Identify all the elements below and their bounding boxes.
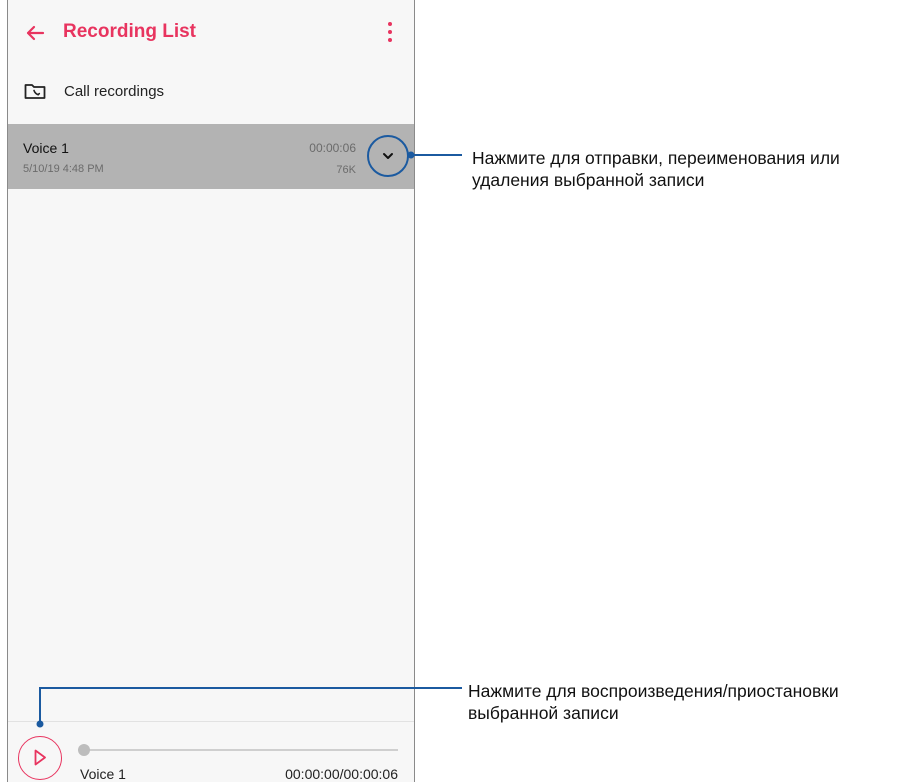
callout-expand-line2: удаления выбранной записи [472, 170, 705, 190]
call-recordings-label: Call recordings [64, 83, 165, 100]
play-button[interactable] [18, 736, 62, 780]
callout-expand: Нажмите для отправки, переименования или… [472, 147, 840, 191]
phone-screen: Recording List Call recordings Voice 1 5… [7, 0, 415, 782]
progress-thumb[interactable] [78, 744, 90, 756]
recording-date: 5/10/19 4:48 PM [23, 163, 104, 175]
callout-play-line1: Нажмите для воспроизведения/приостановки [468, 681, 839, 701]
call-recordings-folder[interactable]: Call recordings [8, 74, 414, 110]
player-bar: Voice 1 00:00:00/00:00:06 [8, 721, 414, 782]
callout-play: Нажмите для воспроизведения/приостановки… [468, 680, 839, 724]
progress-track[interactable] [84, 749, 398, 751]
play-icon [34, 749, 46, 766]
recording-name: Voice 1 [23, 140, 69, 156]
expand-options-button[interactable] [367, 135, 409, 177]
chevron-down-icon [383, 153, 393, 159]
recording-size: 76K [336, 164, 356, 176]
callout-expand-line1: Нажмите для отправки, переименования или [472, 148, 840, 168]
player-recording-name: Voice 1 [80, 766, 126, 782]
callout-play-line2: выбранной записи [468, 703, 619, 723]
player-time: 00:00:00/00:00:06 [285, 766, 398, 782]
more-menu-button[interactable] [384, 20, 396, 44]
app-bar: Recording List [8, 0, 414, 64]
back-button[interactable] [22, 20, 48, 46]
page-title: Recording List [63, 21, 197, 42]
folder-call-icon [24, 84, 46, 99]
recording-list-item[interactable]: Voice 1 5/10/19 4:48 PM 00:00:06 76K [8, 124, 414, 189]
arrow-left-icon [26, 25, 45, 41]
recording-duration: 00:00:06 [309, 141, 356, 155]
